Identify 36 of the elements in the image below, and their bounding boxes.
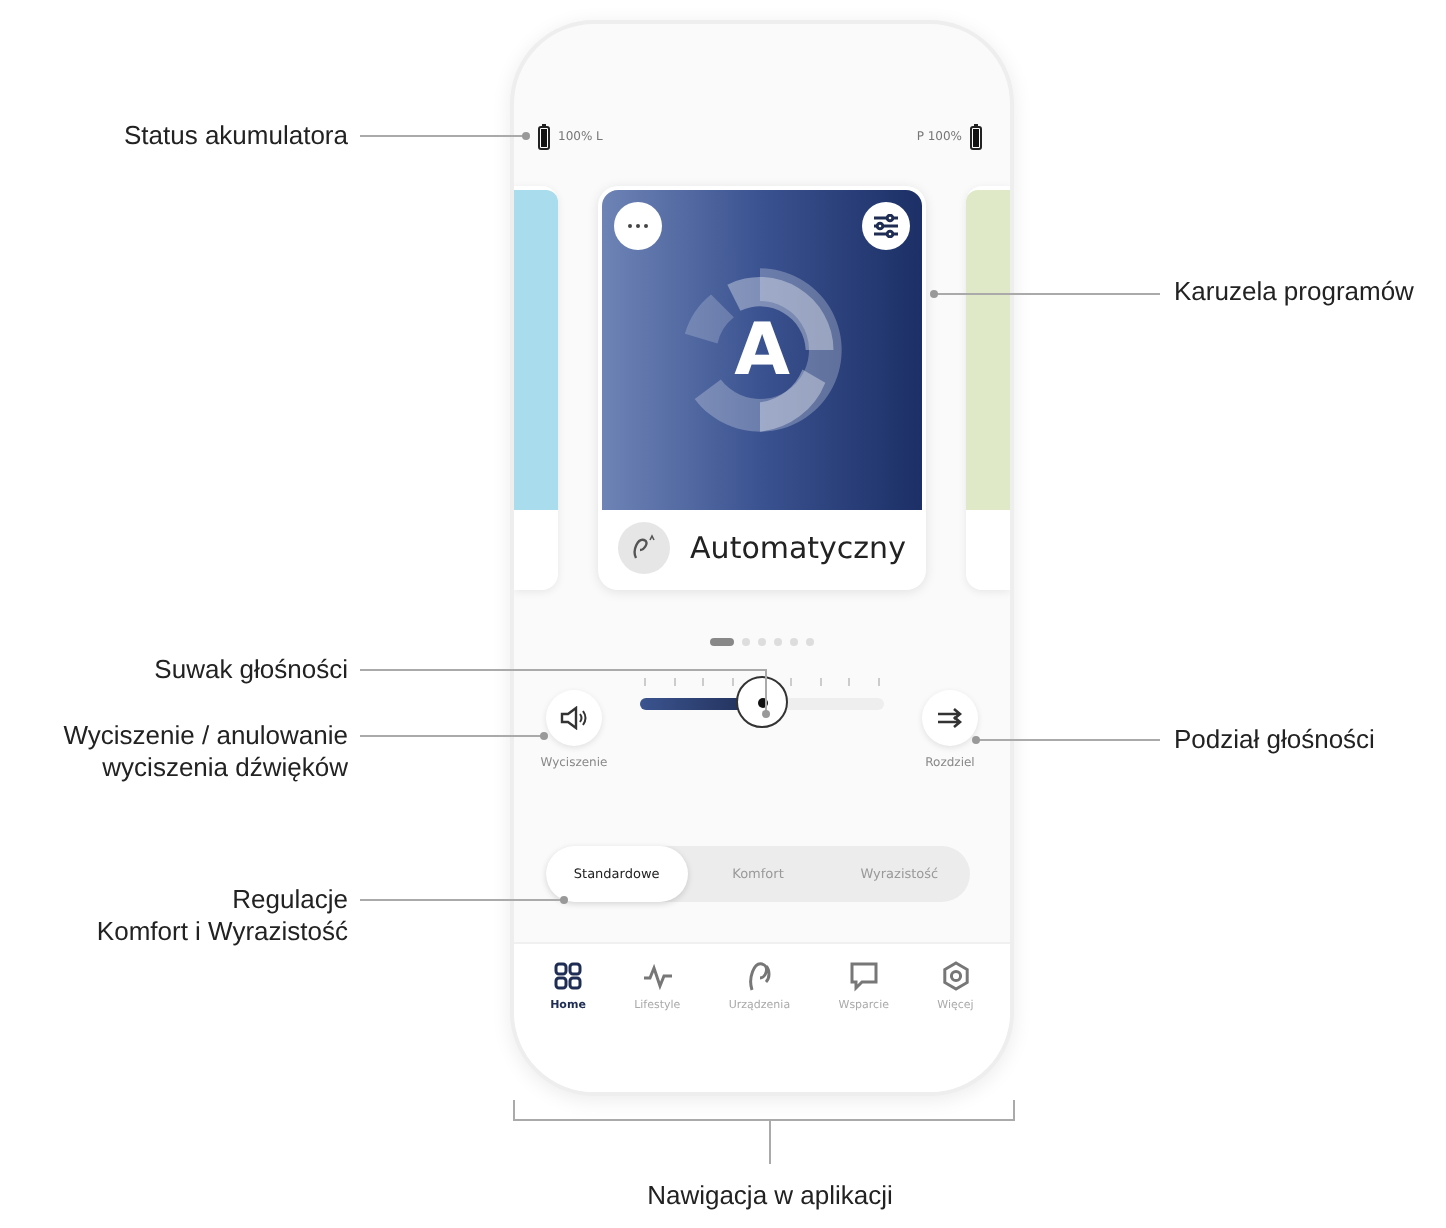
program-card[interactable]: [514, 186, 558, 590]
chat-icon: [847, 960, 880, 992]
more-options-button[interactable]: [614, 202, 662, 250]
callout-label: Karuzela programów: [1174, 276, 1414, 308]
callout-label: Komfort i Wyrazistość: [96, 916, 348, 948]
battery-icon: [538, 124, 550, 150]
leader-dot: [560, 896, 568, 904]
leader-dot: [972, 736, 980, 744]
leader-dot: [762, 710, 770, 718]
speaker-icon: [560, 706, 588, 730]
callout-label: Nawigacja w aplikacji: [645, 1180, 895, 1212]
callout-label: Status akumulatora: [123, 120, 348, 152]
leader-dot: [540, 732, 548, 740]
ellipsis-icon: [626, 222, 650, 230]
battery-icon: [970, 124, 982, 150]
callout-label: Regulacje: [230, 884, 348, 916]
settings-icon: [939, 960, 972, 992]
hearing-aid-icon: [743, 960, 776, 992]
hearing-aid-icon: [618, 522, 671, 574]
grid-icon: [552, 960, 584, 992]
callout-label: wyciszenia dźwięków: [100, 752, 348, 784]
split-button[interactable]: [922, 690, 978, 746]
callout-label: Suwak głośności: [154, 654, 348, 686]
slider-thumb[interactable]: [736, 676, 788, 728]
pulse-icon: [641, 960, 674, 992]
program-letter: A: [734, 309, 790, 391]
leader-dot: [930, 290, 938, 298]
callout-label: Podział głośności: [1174, 724, 1375, 756]
arrows-icon: [936, 706, 964, 730]
program-name: Automatyczny: [690, 530, 906, 566]
program-card[interactable]: A Automatyczny: [598, 186, 926, 590]
settings-button[interactable]: [862, 202, 910, 250]
mute-button[interactable]: [546, 690, 602, 746]
leader-dot: [522, 132, 530, 140]
callout-label: Wyciszenie / anulowanie: [63, 720, 348, 752]
sliders-icon: [872, 214, 900, 238]
